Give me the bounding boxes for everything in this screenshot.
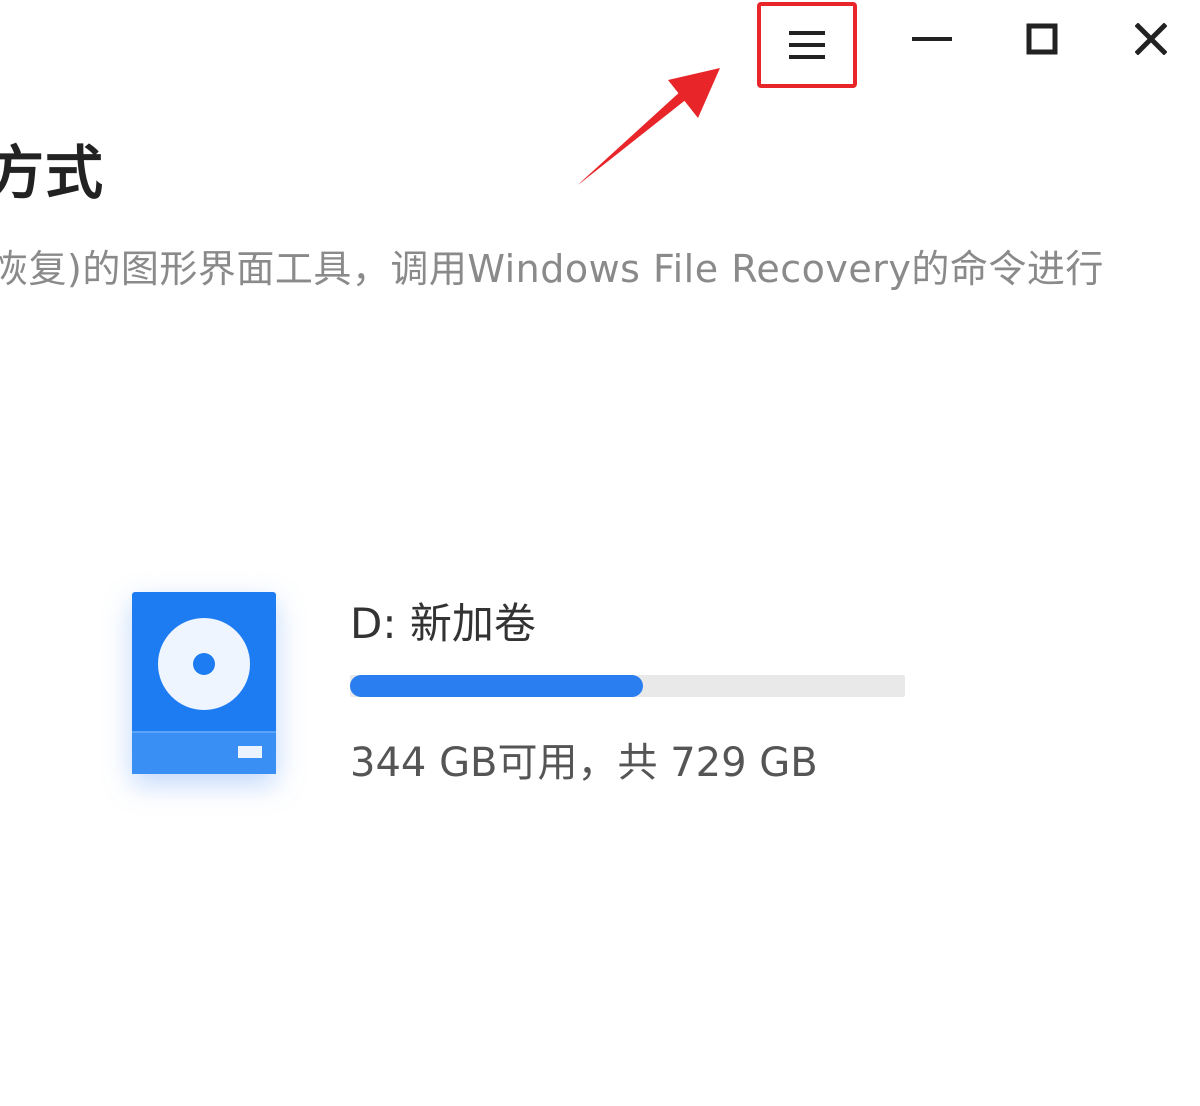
drive-item[interactable]: D: 新加卷 344 GB可用，共 729 GB (120, 580, 920, 790)
drive-disk-icon (132, 592, 276, 774)
minimize-button[interactable] (896, 0, 968, 78)
drive-name: D: 新加卷 (350, 599, 536, 648)
hamburger-menu-icon (789, 31, 825, 59)
drive-usage-bar-fill (350, 675, 644, 697)
menu-button[interactable] (757, 2, 857, 88)
maximize-button[interactable] (1006, 0, 1078, 78)
close-icon (1135, 23, 1167, 55)
drive-usage-bar (350, 675, 905, 697)
page-description: 恢复)的图形界面工具，调用Windows File Recovery的命令进行 (0, 247, 1104, 291)
close-button[interactable] (1115, 0, 1187, 78)
drive-space-text: 344 GB可用，共 729 GB (350, 740, 818, 786)
annotation-arrow-icon (578, 68, 720, 185)
app-window: 方式 恢复)的图形界面工具，调用Windows File Recovery的命令… (0, 0, 1200, 1106)
maximize-icon (1026, 23, 1058, 55)
page-title: 方式 (0, 139, 105, 207)
minimize-icon (912, 37, 952, 41)
